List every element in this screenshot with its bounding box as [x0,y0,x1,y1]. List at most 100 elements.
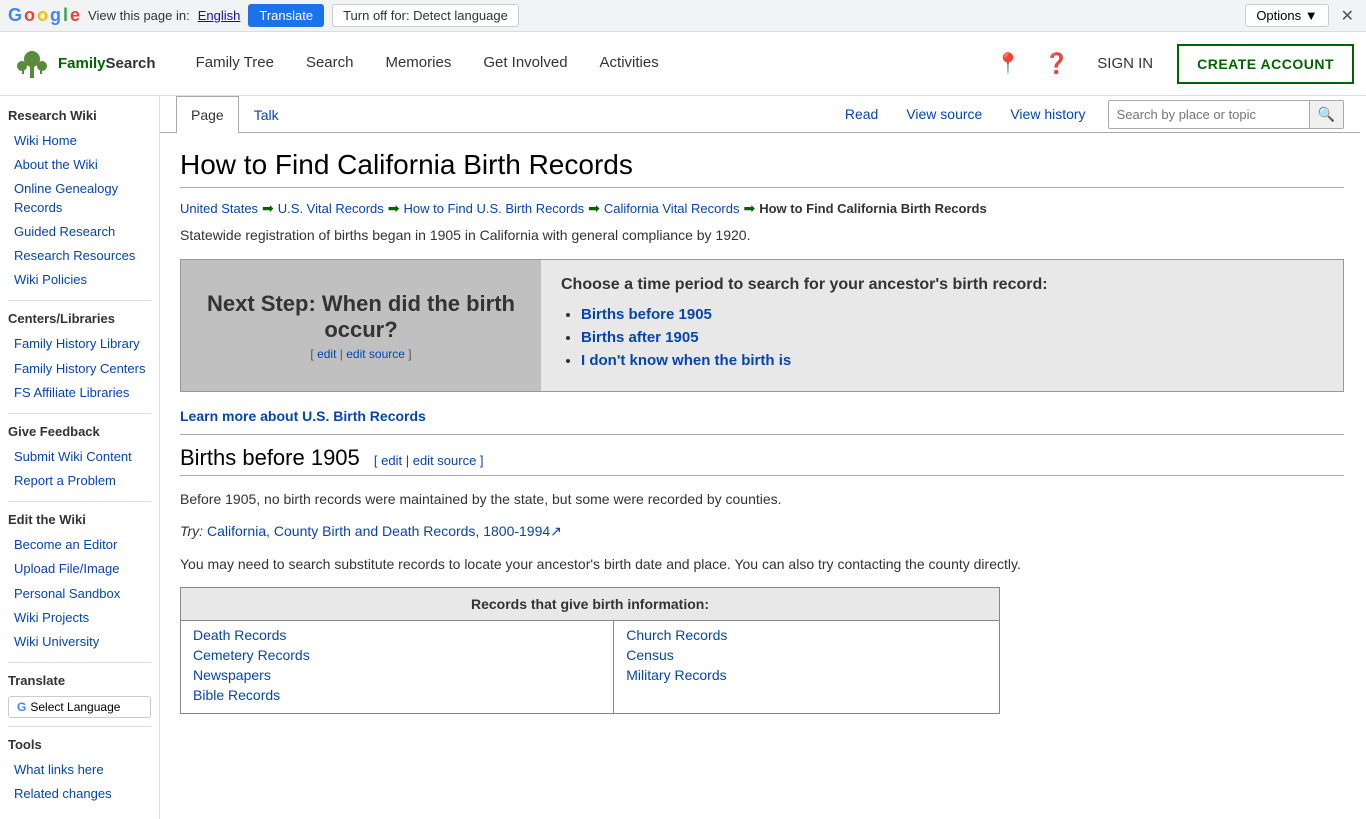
language-link[interactable]: English [198,8,241,23]
translate-label: View this page in: [88,8,190,23]
select-language-label: Select Language [30,700,120,714]
breadcrumb-us-vital[interactable]: U.S. Vital Records [278,201,384,216]
breadcrumb-arrow-3: ➡ [588,200,600,217]
link-newspapers[interactable]: Newspapers [193,667,601,683]
info-box: Next Step: When did the birth occur? [ e… [180,259,1344,392]
breadcrumb-us-birth[interactable]: How to Find U.S. Birth Records [403,201,584,216]
records-left-col: Death Records Cemetery Records Newspaper… [181,621,614,714]
list-item-dont-know: I don't know when the birth is [581,352,1323,369]
tab-talk[interactable]: Talk [239,96,294,133]
breadcrumb-us[interactable]: United States [180,201,258,216]
info-box-left: Next Step: When did the birth occur? [ e… [181,260,541,391]
link-bible-records[interactable]: Bible Records [193,687,601,703]
create-account-button[interactable]: CREATE ACCOUNT [1177,44,1354,84]
sidebar-section-tools: Tools [8,737,151,752]
link-church-records[interactable]: Church Records [626,627,987,643]
table-row: Death Records Cemetery Records Newspaper… [181,621,1000,714]
sidebar-item-wiki-university[interactable]: Wiki University [8,630,151,654]
wiki-search-input[interactable] [1109,102,1309,127]
close-translate-button[interactable]: ✕ [1337,6,1358,26]
sidebar-item-become-editor[interactable]: Become an Editor [8,533,151,557]
sidebar-section-research-wiki: Research Wiki [8,108,151,123]
section-edit-source-link[interactable]: edit source [413,453,477,468]
link-dont-know[interactable]: I don't know when the birth is [581,352,791,369]
sidebar-section-feedback: Give Feedback [8,424,151,439]
sidebar-divider-4 [8,662,151,663]
sidebar-item-family-history-centers[interactable]: Family History Centers [8,357,151,381]
logo-text: FamilySearch [58,55,156,72]
info-box-right-list: Births before 1905 Births after 1905 I d… [561,306,1323,369]
section-try-para: Try: California, County Birth and Death … [180,520,1344,542]
help-icon[interactable]: ❓ [1040,47,1073,80]
info-box-edit-link[interactable]: edit [317,347,336,361]
sidebar-item-research-resources[interactable]: Research Resources [8,244,151,268]
sidebar-item-online-genealogy[interactable]: Online Genealogy Records [8,177,151,219]
sidebar-divider-3 [8,501,151,502]
list-item-births-after-1905: Births after 1905 [581,329,1323,346]
breadcrumb-ca-vital[interactable]: California Vital Records [604,201,740,216]
sidebar-divider-5 [8,726,151,727]
tab-page[interactable]: Page [176,96,239,133]
section-births-before-1905: Births before 1905 [ edit | edit source … [180,445,1344,476]
section-edit-links: [ edit | edit source ] [374,453,484,468]
link-cemetery-records[interactable]: Cemetery Records [193,647,601,663]
sidebar-item-wiki-projects[interactable]: Wiki Projects [8,606,151,630]
tab-view-source[interactable]: View source [892,96,996,132]
sidebar-item-fs-affiliate[interactable]: FS Affiliate Libraries [8,381,151,405]
link-births-before-1905[interactable]: Births before 1905 [581,306,712,323]
link-military-records[interactable]: Military Records [626,667,987,683]
section-para-2: You may need to search substitute record… [180,553,1344,575]
breadcrumb-arrow-4: ➡ [743,200,755,217]
logo[interactable]: FamilySearch [12,44,156,84]
nav-family-tree[interactable]: Family Tree [180,32,290,96]
sidebar-item-related-changes[interactable]: Related changes [8,782,151,806]
learn-more-link[interactable]: Learn more about U.S. Birth Records [180,408,1344,435]
info-box-edit-source-link[interactable]: edit source [346,347,405,361]
sidebar-item-personal-sandbox[interactable]: Personal Sandbox [8,582,151,606]
sidebar-item-submit-wiki[interactable]: Submit Wiki Content [8,445,151,469]
sidebar-section-edit-wiki: Edit the Wiki [8,512,151,527]
sidebar-item-about-wiki[interactable]: About the Wiki [8,153,151,177]
translate-button[interactable]: Translate [248,4,324,27]
link-census[interactable]: Census [626,647,987,663]
breadcrumb-arrow-1: ➡ [262,200,274,217]
google-g-icon: G [17,700,26,714]
sidebar-item-guided-research[interactable]: Guided Research [8,220,151,244]
try-link[interactable]: California, County Birth and Death Recor… [207,523,562,539]
section-edit-link[interactable]: edit [381,453,402,468]
nav-search[interactable]: Search [290,32,370,96]
tab-bar: Page Talk Read View source View history … [160,96,1360,133]
select-language-button[interactable]: G Select Language [8,696,151,718]
records-right-col: Church Records Census Military Records [614,621,1000,714]
page-layout: Research Wiki Wiki Home About the Wiki O… [0,96,1366,819]
tab-read[interactable]: Read [831,96,892,132]
section-title: Births before 1905 [180,445,360,470]
nav-memories[interactable]: Memories [369,32,467,96]
info-box-left-title: Next Step: When did the birth occur? [201,291,521,343]
nav-activities[interactable]: Activities [584,32,675,96]
options-button[interactable]: Options ▼ [1245,4,1328,27]
sidebar-item-wiki-home[interactable]: Wiki Home [8,129,151,153]
turnoff-button[interactable]: Turn off for: Detect language [332,4,519,27]
link-births-after-1905[interactable]: Births after 1905 [581,329,699,346]
sign-in-button[interactable]: SIGN IN [1089,55,1161,72]
sidebar-translate-area: G Select Language [8,696,151,718]
wiki-search-button[interactable]: 🔍 [1309,101,1343,128]
try-label: Try: [180,523,203,539]
sidebar-item-what-links[interactable]: What links here [8,758,151,782]
info-box-right-title: Choose a time period to search for your … [561,276,1323,294]
sidebar-item-wiki-policies[interactable]: Wiki Policies [8,268,151,292]
tab-view-history[interactable]: View history [996,96,1099,132]
records-table-header: Records that give birth information: [181,588,1000,621]
sidebar-item-family-history-library[interactable]: Family History Library [8,332,151,356]
sidebar-item-report-problem[interactable]: Report a Problem [8,469,151,493]
sidebar-section-centers: Centers/Libraries [8,311,151,326]
link-death-records[interactable]: Death Records [193,627,601,643]
location-icon[interactable]: 📍 [991,47,1024,80]
nav-get-involved[interactable]: Get Involved [467,32,583,96]
main-content: Page Talk Read View source View history … [160,96,1360,819]
search-area: 🔍 [1108,100,1344,129]
sidebar-item-upload-file[interactable]: Upload File/Image [8,557,151,581]
top-nav: FamilySearch Family Tree Search Memories… [0,32,1366,96]
breadcrumb: United States ➡ U.S. Vital Records ➡ How… [180,200,1344,217]
